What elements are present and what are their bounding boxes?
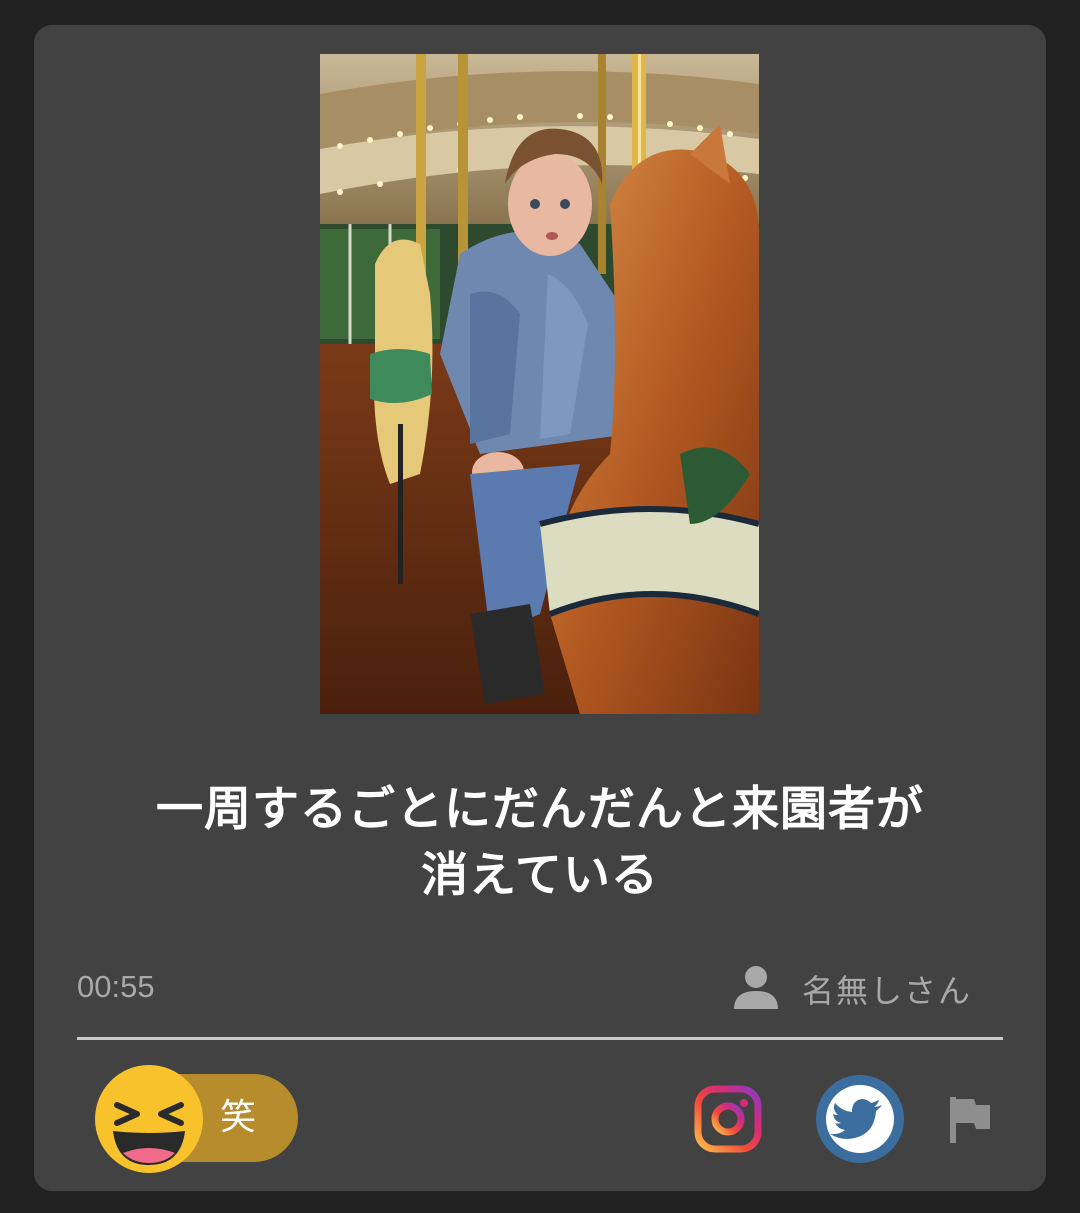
instagram-share-button[interactable] [694,1085,762,1157]
laugh-label: 笑 [220,1097,257,1138]
twitter-icon [816,1075,904,1163]
user-icon [732,963,780,1015]
caption-line-2: 消えている [421,848,659,903]
post-image[interactable] [320,54,759,714]
divider [77,1037,1003,1040]
report-button[interactable] [948,1095,992,1149]
post-card: 一周するごとにだんだんと来園者が 消えている 00:55 名無しさん 笑 [34,25,1046,1191]
post-caption: 一周するごとにだんだんと来園者が 消えている [64,777,1016,909]
post-time: 00:55 [77,969,155,1004]
instagram-icon [694,1085,762,1153]
twitter-share-button[interactable] [816,1075,904,1167]
author-name: 名無しさん [802,972,973,1010]
carousel-photo [320,54,759,714]
caption-line-1: 一周するごとにだんだんと来園者が [156,782,924,837]
flag-icon [950,1097,990,1143]
laughing-face-icon[interactable] [95,1065,203,1177]
post-author: 名無しさん [732,963,972,1015]
